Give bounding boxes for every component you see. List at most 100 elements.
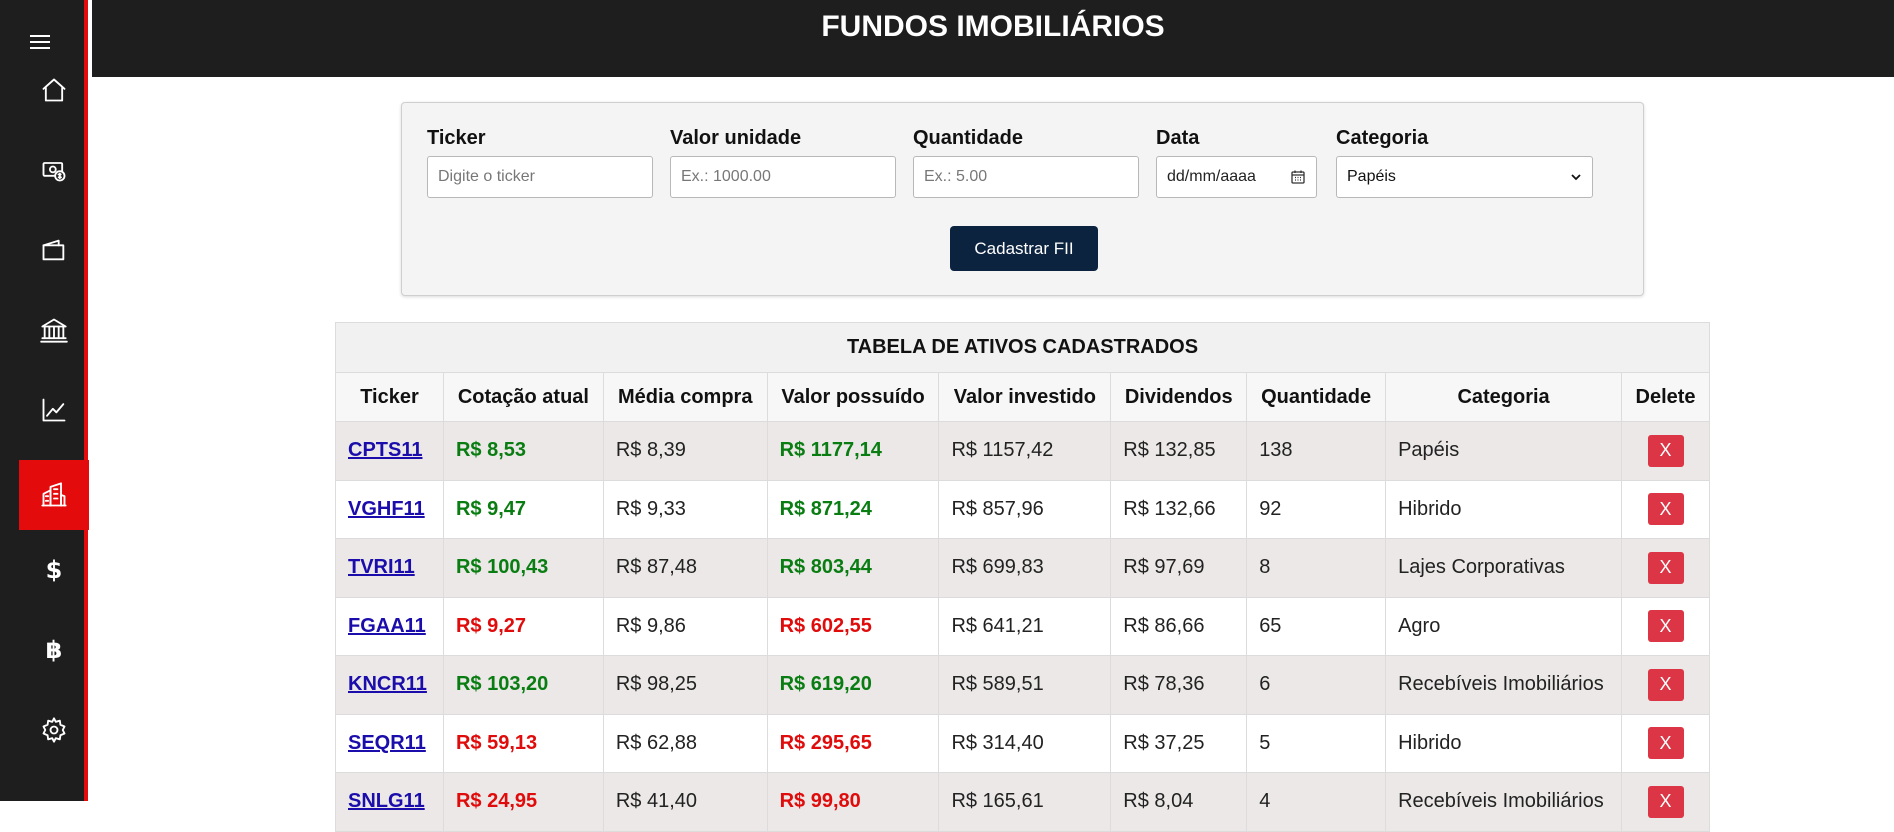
dividendos-cell: R$ 86,66 <box>1123 614 1205 637</box>
sidebar-item-dollar[interactable]: $ <box>19 535 89 605</box>
ticker-link[interactable]: TVRI11 <box>348 556 415 578</box>
chevron-down-icon <box>1571 174 1581 181</box>
sidebar: $ ฿ <box>0 0 89 801</box>
valor-investido-cell: R$ 641,21 <box>951 614 1044 637</box>
media-compra-cell: R$ 8,39 <box>615 439 686 462</box>
quantidade-input[interactable]: Ex.: 5.00 <box>913 156 1139 198</box>
data-label: Data <box>1156 127 1200 149</box>
assets-table: TABELA DE ATIVOS CADASTRADOS Ticker Cotaç… <box>335 322 1710 832</box>
sidebar-item-bank[interactable] <box>19 295 89 365</box>
quantidade-label: Quantidade <box>913 127 1024 149</box>
valor-possuido-cell: R$ 99,80 <box>779 790 861 813</box>
valor-investido-cell: R$ 1157,42 <box>951 439 1054 462</box>
quantidade-cell: 92 <box>1259 497 1282 520</box>
quantidade-cell: 5 <box>1259 731 1271 754</box>
home-icon <box>42 78 66 102</box>
media-compra-cell: R$ 62,88 <box>615 731 697 754</box>
categoria-label: Categoria <box>1336 127 1429 149</box>
quantidade-field-group: Quantidade Ex.: 5.00 <box>913 127 1139 198</box>
buildings-icon <box>41 482 67 507</box>
delete-button[interactable]: X <box>1647 727 1684 760</box>
sidebar-item-crypto[interactable]: ฿ <box>19 615 89 685</box>
categoria-cell: Hibrido <box>1398 497 1462 520</box>
categoria-cell: Lajes Corporativas <box>1398 556 1565 579</box>
valor-possuido-cell: R$ 602,55 <box>779 614 872 637</box>
dollar-icon: $ <box>45 556 63 584</box>
column-header: Ticker <box>335 372 444 422</box>
valor-possuido-cell: R$ 803,44 <box>779 556 872 579</box>
valor-field-group: Valor unidade Ex.: 1000.00 <box>670 127 896 198</box>
ticker-input[interactable]: Digite o ticker <box>427 156 653 198</box>
media-compra-cell: R$ 98,25 <box>615 673 697 696</box>
column-header: Quantidade <box>1246 372 1387 422</box>
menu-toggle-icon[interactable] <box>30 32 50 52</box>
delete-button[interactable]: X <box>1647 668 1684 701</box>
delete-button[interactable]: X <box>1647 434 1684 467</box>
valor-investido-cell: R$ 314,40 <box>951 731 1044 754</box>
data-input[interactable]: dd/mm/aaaa <box>1156 156 1317 198</box>
valor-investido-cell: R$ 699,83 <box>951 556 1044 579</box>
cotacao-atual-cell: R$ 9,27 <box>455 614 527 637</box>
ticker-link[interactable]: CPTS11 <box>348 439 422 461</box>
categoria-select[interactable]: Papéis <box>1336 156 1593 198</box>
categoria-cell: Recebíveis Imobiliários <box>1398 673 1604 696</box>
sidebar-item-money[interactable] <box>19 135 89 205</box>
sidebar-item-settings[interactable] <box>19 695 89 765</box>
quantidade-cell: 138 <box>1259 439 1293 462</box>
calendar-icon[interactable] <box>1290 169 1306 185</box>
money-bag-icon <box>42 162 66 182</box>
valor-unidade-input[interactable]: Ex.: 1000.00 <box>670 156 896 198</box>
categoria-cell: Recebíveis Imobiliários <box>1398 790 1604 813</box>
cadastrar-fii-button[interactable]: Cadastrar FII <box>950 226 1098 271</box>
delete-button[interactable]: X <box>1647 493 1684 526</box>
dividendos-cell: R$ 8,04 <box>1123 790 1194 813</box>
sidebar-item-fii[interactable] <box>19 460 89 530</box>
delete-button[interactable]: X <box>1647 610 1684 643</box>
column-header: Valor investido <box>938 372 1112 422</box>
ticker-link[interactable]: FGAA11 <box>348 615 426 637</box>
cotacao-atual-cell: R$ 24,95 <box>455 790 538 813</box>
data-field-group: Data dd/mm/aaaa <box>1156 127 1317 198</box>
register-fii-form: Ticker Digite o ticker Valor unidade Ex.… <box>401 102 1644 296</box>
delete-button[interactable]: X <box>1647 551 1684 584</box>
valor-investido-cell: R$ 589,51 <box>951 673 1044 696</box>
table-row: SNLG11 R$ 24,95 R$ 41,40 R$ 99,80 R$ 165,61 R… <box>335 772 1710 832</box>
ticker-link[interactable]: SEQR11 <box>348 732 426 754</box>
quantidade-cell: 65 <box>1259 614 1282 637</box>
delete-button[interactable]: X <box>1647 785 1684 818</box>
ticker-field-group: Ticker Digite o ticker <box>427 127 653 198</box>
table-row: KNCR11 R$ 103,20 R$ 98,25 R$ 619,20 R$ 589,5… <box>335 655 1710 715</box>
sidebar-item-wallet[interactable] <box>19 215 89 285</box>
ticker-link[interactable]: SNLG11 <box>348 790 425 812</box>
media-compra-cell: R$ 9,86 <box>615 614 686 637</box>
assets-table-container: TABELA DE ATIVOS CADASTRADOS Ticker Cotaç… <box>335 322 1710 832</box>
sidebar-item-charts[interactable] <box>19 375 89 445</box>
cotacao-atual-cell: R$ 100,43 <box>455 556 549 579</box>
categoria-cell: Papéis <box>1398 439 1460 462</box>
dividendos-cell: R$ 37,25 <box>1123 731 1205 754</box>
column-header: Dividendos <box>1110 372 1248 422</box>
column-header: Categoria <box>1385 372 1623 422</box>
categoria-selected-value: Papéis <box>1347 168 1396 185</box>
wallet-icon <box>42 239 65 261</box>
sidebar-item-home[interactable] <box>19 55 89 125</box>
media-compra-cell: R$ 9,33 <box>615 497 686 520</box>
ticker-link[interactable]: VGHF11 <box>348 498 425 520</box>
media-compra-cell: R$ 87,48 <box>615 556 697 579</box>
valor-investido-cell: R$ 857,96 <box>951 497 1044 520</box>
quantidade-cell: 8 <box>1259 556 1271 579</box>
ticker-label: Ticker <box>427 127 486 149</box>
valor-possuido-cell: R$ 871,24 <box>779 497 872 520</box>
column-header: Média compra <box>602 372 768 422</box>
ticker-link[interactable]: KNCR11 <box>348 673 427 695</box>
table-row: CPTS11 R$ 8,53 R$ 8,39 R$ 1177,14 R$ 1157,42… <box>335 421 1710 481</box>
column-header: Valor possuído <box>766 372 940 422</box>
dividendos-cell: R$ 78,36 <box>1123 673 1205 696</box>
dividendos-cell: R$ 132,85 <box>1123 439 1216 462</box>
table-row: TVRI11 R$ 100,43 R$ 87,48 R$ 803,44 R$ 699,8… <box>335 538 1710 598</box>
table-row: SEQR11 R$ 59,13 R$ 62,88 R$ 295,65 R$ 314,40… <box>335 713 1710 773</box>
valor-possuido-cell: R$ 295,65 <box>779 731 872 754</box>
top-bar: FUNDOS IMOBILIÁRIOS <box>92 0 1894 77</box>
valor-investido-cell: R$ 165,61 <box>951 790 1044 813</box>
bitcoin-icon: ฿ <box>45 636 63 664</box>
